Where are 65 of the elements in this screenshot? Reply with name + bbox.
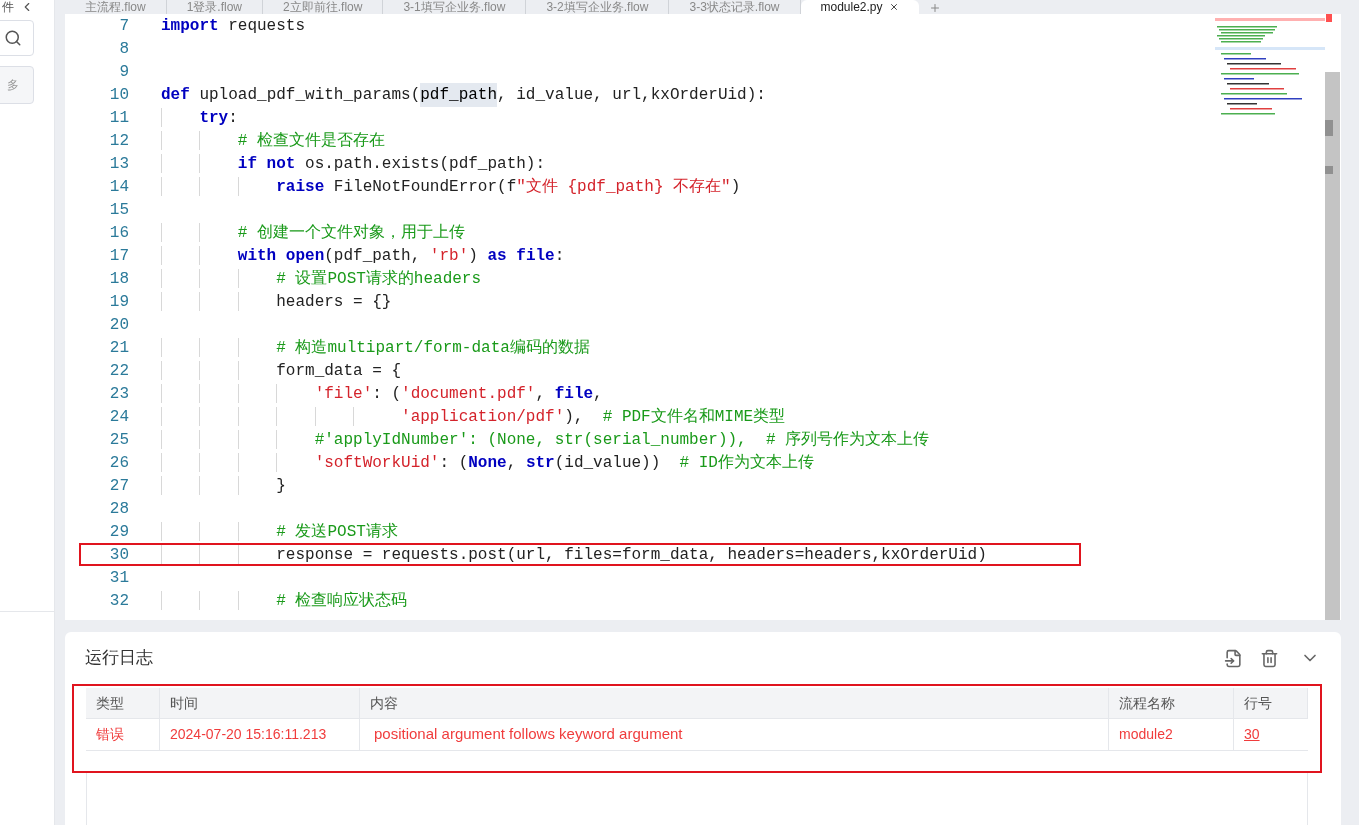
search-button[interactable] [0,20,34,56]
code-line: # 创建一个文件对象，用于上传 [161,223,465,242]
code-line: # 检查文件是否存在 [161,131,385,150]
code-line: form_data = { [161,361,402,380]
line-number: 11 [108,107,129,129]
code-line: headers = {} [161,292,392,311]
code-line: response = requests.post(url, files=form_data, headers=headers,kxOrderUid) [161,545,987,564]
line-number: 10 [108,84,129,106]
line-number: 18 [108,268,129,290]
code-line: with open(pdf_path, 'rb') as file: [161,246,565,265]
line-number: 23 [108,383,129,405]
line-number: 26 [108,452,129,474]
line-number: 25 [108,429,129,451]
file-tab[interactable]: module2.py [800,0,919,14]
column-header: 流程名称 [1109,688,1234,718]
line-number: 20 [108,314,129,336]
line-number: 28 [108,498,129,520]
line-number: 14 [108,176,129,198]
export-icon[interactable] [1224,648,1243,668]
line-number: 21 [108,337,129,359]
line-number: 8 [118,38,129,60]
sidebar-title: 件 [2,0,14,16]
line-number: 13 [108,153,129,175]
line-number: 17 [108,245,129,267]
table-cell: 错误 [86,719,160,750]
line-number: 31 [108,567,129,589]
sidebar-button[interactable]: 多 [0,66,34,104]
code-line: 'file': ('document.pdf', file, [161,384,603,403]
line-number: 9 [118,61,129,83]
line-number: 19 [108,291,129,313]
search-icon [4,29,22,47]
line-number: 32 [108,590,129,612]
table-cell: 2024-07-20 15:16:11.213 [160,719,360,750]
code-line: 'application/pdf'), # PDF文件名和MIME类型 [161,407,786,426]
code-line: 'softWorkUid': (None, str(id_value)) # ID作为文本上传 [161,453,814,472]
line-link[interactable]: 30 [1244,724,1260,745]
table-cell: module2 [1109,719,1234,750]
line-number: 15 [108,199,129,221]
line-number: 16 [108,222,129,244]
column-header: 内容 [360,688,1109,718]
line-number: 22 [108,360,129,382]
close-icon[interactable] [888,2,899,12]
code-line: import requests [161,16,306,35]
code-line: #'applyIdNumber': (None, str(serial_number)), # 序列号作为文本上传 [161,430,930,449]
code-line: # 构造multipart/form-data编码的数据 [161,338,590,357]
code-line: # 发送POST请求 [161,522,398,541]
code-line: if not os.path.exists(pdf_path): [161,154,546,173]
line-number: 7 [118,15,129,37]
line-number: 30 [108,544,129,566]
code-line: # 检查响应状态码 [161,591,408,610]
line-number: 12 [108,130,129,152]
line-number: 24 [108,406,129,428]
delete-icon[interactable] [1260,648,1279,668]
table-cell: positional argument follows keyword argument [360,719,1109,750]
line-number: 27 [108,475,129,497]
code-line: def upload_pdf_with_params(pdf_path, id_value, url,kxOrderUid): [161,85,766,104]
code-line: } [161,476,286,495]
column-header: 时间 [160,688,360,718]
code-line: # 设置POST请求的headers [161,269,482,288]
panel-title: 运行日志 [85,647,154,670]
line-number: 29 [108,521,129,543]
code-line: raise FileNotFoundError(f"文件 {pdf_path} 不存在") [161,177,741,196]
column-header: 类型 [86,688,160,718]
column-header: 行号 [1234,688,1308,718]
code-line: try: [161,108,238,127]
